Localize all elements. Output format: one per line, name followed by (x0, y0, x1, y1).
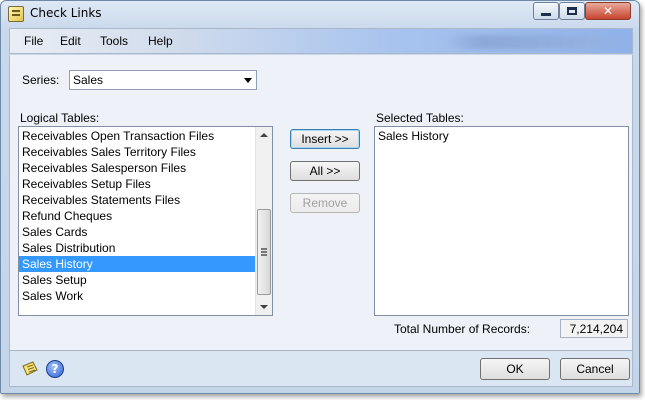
logical-table-item[interactable]: Receivables Statements Files (19, 192, 255, 208)
series-select[interactable]: Sales (69, 70, 257, 90)
maximize-button[interactable] (559, 2, 585, 20)
grip-icon (261, 248, 267, 250)
scroll-up-button[interactable] (256, 127, 272, 143)
insert-button[interactable]: Insert >> (290, 129, 360, 149)
title-bar: Check Links ✕ (1, 1, 639, 27)
menu-help[interactable]: Help (148, 34, 173, 48)
logical-table-item[interactable]: Receivables Sales Territory Files (19, 144, 255, 160)
cancel-button[interactable]: Cancel (560, 358, 630, 380)
total-records-label: Total Number of Records: (394, 322, 531, 336)
logical-table-item[interactable]: Receivables Setup Files (19, 176, 255, 192)
logical-table-item[interactable]: Sales Distribution (19, 240, 255, 256)
close-button[interactable]: ✕ (585, 2, 631, 20)
vertical-scrollbar[interactable] (255, 127, 272, 315)
selected-tables-label: Selected Tables: (376, 111, 464, 125)
arrow-up-icon (260, 133, 268, 137)
total-records-value: 7,214,204 (560, 319, 628, 338)
note-icon[interactable] (21, 360, 39, 378)
arrow-down-icon (260, 305, 268, 309)
logical-tables-label: Logical Tables: (20, 111, 100, 125)
series-label: Series: (22, 73, 60, 87)
menu-tools[interactable]: Tools (100, 34, 128, 48)
help-icon[interactable]: ? (46, 360, 64, 378)
chevron-down-icon[interactable] (244, 78, 252, 83)
logical-table-item[interactable]: Receivables Salesperson Files (19, 160, 255, 176)
logical-table-item[interactable]: Sales History (19, 256, 255, 272)
dialog-content: Series: Sales Logical Tables: Selected T… (9, 55, 633, 350)
selected-table-item[interactable]: Sales History (375, 128, 625, 144)
all-button[interactable]: All >> (290, 161, 360, 181)
minimize-icon (541, 12, 551, 16)
selected-tables-list[interactable]: Sales History (374, 126, 629, 316)
check-links-window: Check Links ✕ File Edit Tools Help Serie… (0, 0, 640, 394)
dialog-footer: ? OK Cancel (9, 350, 633, 387)
app-icon (8, 6, 24, 22)
logical-table-item[interactable]: Refund Cheques (19, 208, 255, 224)
remove-button[interactable]: Remove (290, 193, 360, 213)
ok-button[interactable]: OK (480, 358, 550, 380)
logical-table-item[interactable]: Sales Setup (19, 272, 255, 288)
scroll-thumb[interactable] (257, 209, 271, 295)
window-title: Check Links (30, 6, 102, 20)
series-value: Sales (73, 73, 104, 87)
logical-table-item[interactable]: Sales Cards (19, 224, 255, 240)
logical-table-item[interactable]: Sales Work (19, 288, 255, 304)
logical-tables-list[interactable]: Receivables Open Transaction Files Receiv… (18, 126, 273, 316)
menu-file[interactable]: File (24, 34, 43, 48)
logical-table-item[interactable]: Receivables Open Transaction Files (19, 128, 255, 144)
maximize-icon (567, 7, 577, 15)
blurred-region (445, 35, 630, 49)
menu-bar: File Edit Tools Help (9, 28, 633, 54)
scroll-down-button[interactable] (256, 299, 272, 315)
menu-edit[interactable]: Edit (60, 34, 81, 48)
close-icon: ✕ (602, 4, 614, 18)
minimize-button[interactable] (533, 2, 559, 20)
